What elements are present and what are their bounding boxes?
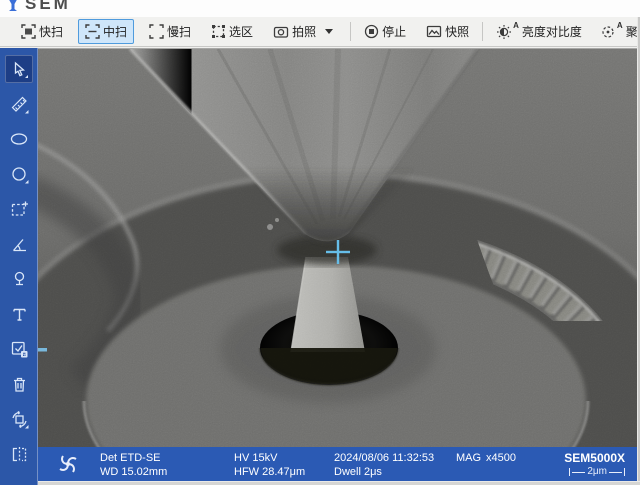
brightness-contrast-icon — [496, 24, 512, 40]
slow-scan-icon — [149, 24, 164, 39]
medium-scan-icon — [85, 24, 100, 39]
delete-tool[interactable] — [5, 370, 33, 398]
scale-bar-line — [609, 471, 622, 473]
mag-value: x4500 — [486, 452, 516, 464]
rotate-icon — [11, 410, 28, 428]
brightness-contrast-button[interactable]: A 亮度对比度 — [489, 19, 589, 44]
edge-tick-marker — [38, 348, 47, 352]
status-bar: Det ETD-SE WD 15.02mm HV 15kV HFW 28.47μ… — [38, 447, 637, 481]
app-title: SEM — [25, 0, 71, 13]
photo-label: 拍照 — [292, 25, 317, 39]
main-toolbar: 快扫 中扫 慢扫 选区 拍照 停止 快照 A 亮度对比度 A 聚 — [0, 17, 640, 47]
select-cursor-tool[interactable] — [5, 55, 33, 83]
photo-button[interactable]: 拍照 — [266, 19, 340, 44]
scale-bar-value: 2μm — [587, 466, 607, 477]
fast-scan-button[interactable]: 快扫 — [14, 19, 70, 44]
snapshot-button[interactable]: 快照 — [419, 19, 476, 44]
sem-micrograph — [38, 49, 637, 447]
window-bottom-edge — [38, 481, 640, 485]
fast-scan-label: 快扫 — [39, 25, 64, 39]
stop-button[interactable]: 停止 — [357, 19, 413, 44]
brightness-contrast-label: 亮度对比度 — [521, 25, 582, 39]
auto-badge: A — [513, 21, 519, 30]
angle-icon — [12, 238, 26, 251]
vendor-logo-icon — [54, 450, 82, 481]
ellipse-annotation-tool[interactable] — [5, 125, 33, 153]
sem-image-viewport[interactable] — [38, 48, 637, 447]
slow-scan-button[interactable]: 慢扫 — [142, 19, 198, 44]
detector-value: Det ETD-SE — [100, 452, 161, 464]
stop-label: 停止 — [382, 25, 407, 39]
ruler-icon — [11, 96, 28, 113]
cursor-icon — [14, 61, 28, 78]
focus-icon — [600, 24, 616, 40]
trash-icon — [13, 377, 25, 392]
flip-icon — [12, 446, 26, 462]
scale-bar-line — [572, 471, 586, 473]
rect-select-tool[interactable] — [5, 195, 33, 223]
checkbox-edit-tool[interactable] — [5, 335, 33, 363]
wd-value: WD 15.02mm — [100, 466, 168, 478]
fast-scan-icon — [21, 24, 36, 39]
rotate-tool[interactable] — [5, 405, 33, 433]
pin-marker-tool[interactable] — [5, 265, 33, 293]
instrument-model: SEM5000X — [564, 451, 625, 465]
mag-label: MAG — [456, 452, 482, 464]
snapshot-label: 快照 — [445, 25, 470, 39]
text-annotation-tool[interactable] — [5, 300, 33, 328]
focus-button[interactable]: A 聚焦 — [593, 19, 640, 44]
ellipse-icon — [10, 133, 28, 145]
pin-icon — [14, 271, 24, 285]
hv-value: HV 15kV — [234, 452, 278, 464]
app-logo-icon — [5, 0, 21, 17]
toolbar-separator — [350, 22, 352, 41]
photo-dropdown-arrow[interactable] — [325, 29, 334, 34]
checkbox-delete-icon — [11, 341, 27, 357]
hfw-value: HFW 28.47μm — [234, 466, 306, 478]
medium-scan-button[interactable]: 中扫 — [78, 19, 135, 44]
select-region-button[interactable]: 选区 — [204, 19, 260, 44]
circle-icon — [11, 166, 28, 183]
scale-bar-right-tick — [624, 468, 625, 476]
datetime-value: 2024/08/06 11:32:53 — [334, 452, 435, 464]
scale-bar-left-tick — [569, 468, 571, 476]
tool-sidebar — [0, 48, 38, 485]
circle-annotation-tool[interactable] — [5, 160, 33, 188]
flip-tool[interactable] — [5, 440, 33, 468]
camera-icon — [273, 24, 289, 39]
select-region-label: 选区 — [229, 25, 254, 39]
angle-measure-tool[interactable] — [5, 230, 33, 258]
dashed-rect-plus-icon — [11, 201, 28, 216]
snapshot-icon — [426, 24, 442, 39]
auto-badge: A — [616, 21, 623, 30]
stop-icon — [364, 24, 379, 39]
slow-scan-label: 慢扫 — [167, 25, 192, 39]
toolbar-separator — [482, 22, 484, 41]
scale-bar: 2μm — [569, 467, 625, 477]
select-region-icon — [211, 24, 226, 39]
text-icon — [12, 308, 26, 321]
dwell-value: Dwell 2μs — [334, 466, 382, 478]
medium-scan-label: 中扫 — [103, 25, 128, 39]
app-header: SEM — [0, 0, 640, 17]
measure-ruler-tool[interactable] — [5, 90, 33, 118]
